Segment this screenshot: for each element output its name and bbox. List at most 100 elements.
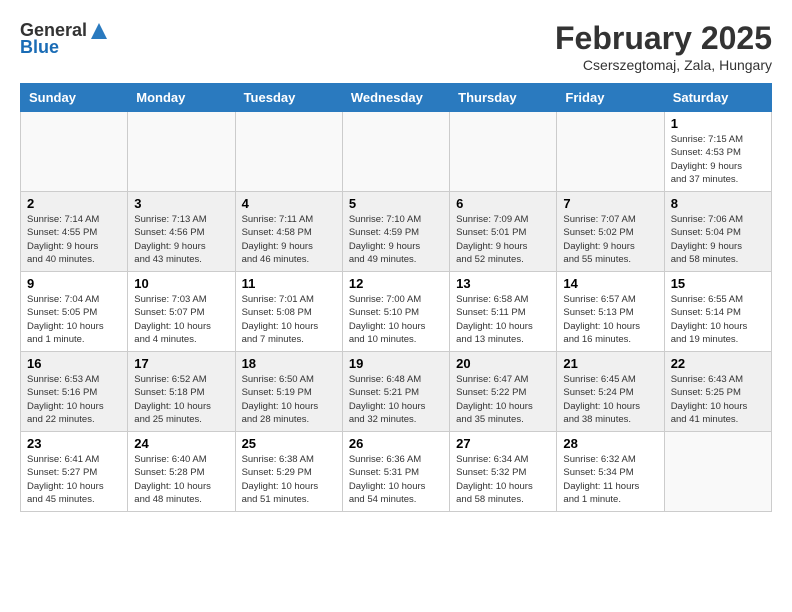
day-number: 19 [349,356,443,371]
day-info: Sunrise: 6:57 AMSunset: 5:13 PMDaylight:… [563,293,657,346]
table-row: 14 Sunrise: 6:57 AMSunset: 5:13 PMDayligh… [557,272,664,352]
table-row [342,112,449,192]
day-info: Sunrise: 7:01 AMSunset: 5:08 PMDaylight:… [242,293,336,346]
header-thursday: Thursday [450,84,557,112]
table-row: 1Sunrise: 7:15 AMSunset: 4:53 PMDaylight… [664,112,771,192]
day-info: Sunrise: 6:32 AMSunset: 5:34 PMDaylight:… [563,453,657,506]
table-row [21,112,128,192]
table-row [557,112,664,192]
title-block: February 2025 Cserszegtomaj, Zala, Hunga… [555,20,772,73]
day-info: Sunrise: 6:48 AMSunset: 5:21 PMDaylight:… [349,373,443,426]
day-number: 23 [27,436,121,451]
table-row: 13 Sunrise: 6:58 AMSunset: 5:11 PMDayligh… [450,272,557,352]
table-row: 27 Sunrise: 6:34 AMSunset: 5:32 PMDayligh… [450,432,557,512]
header: General Blue February 2025 Cserszegtomaj… [20,20,772,73]
table-row: 18 Sunrise: 6:50 AMSunset: 5:19 PMDayligh… [235,352,342,432]
day-info: Sunrise: 6:43 AMSunset: 5:25 PMDaylight:… [671,373,765,426]
day-number: 18 [242,356,336,371]
table-row: 19 Sunrise: 6:48 AMSunset: 5:21 PMDayligh… [342,352,449,432]
day-number: 15 [671,276,765,291]
table-row [664,432,771,512]
table-row: 17 Sunrise: 6:52 AMSunset: 5:18 PMDayligh… [128,352,235,432]
table-row: 28 Sunrise: 6:32 AMSunset: 5:34 PMDayligh… [557,432,664,512]
day-info: Sunrise: 6:41 AMSunset: 5:27 PMDaylight:… [27,453,121,506]
table-row: 9Sunrise: 7:04 AMSunset: 5:05 PMDaylight… [21,272,128,352]
logo: General Blue [20,20,109,58]
day-number: 11 [242,276,336,291]
table-row: 2Sunrise: 7:14 AMSunset: 4:55 PMDaylight… [21,192,128,272]
header-sunday: Sunday [21,84,128,112]
calendar-week-row: 16 Sunrise: 6:53 AMSunset: 5:16 PMDayligh… [21,352,772,432]
table-row: 7Sunrise: 7:07 AMSunset: 5:02 PMDaylight… [557,192,664,272]
day-info: Sunrise: 7:15 AMSunset: 4:53 PMDaylight:… [671,133,765,186]
month-title: February 2025 [555,20,772,57]
day-number: 20 [456,356,550,371]
table-row: 6 Sunrise: 7:09 AMSunset: 5:01 PMDaylight… [450,192,557,272]
day-number: 13 [456,276,550,291]
day-info: Sunrise: 6:40 AMSunset: 5:28 PMDaylight:… [134,453,228,506]
table-row: 15 Sunrise: 6:55 AMSunset: 5:14 PMDayligh… [664,272,771,352]
calendar-week-row: 9Sunrise: 7:04 AMSunset: 5:05 PMDaylight… [21,272,772,352]
day-number: 8 [671,196,765,211]
table-row: 25 Sunrise: 6:38 AMSunset: 5:29 PMDayligh… [235,432,342,512]
location: Cserszegtomaj, Zala, Hungary [555,57,772,73]
day-info: Sunrise: 6:50 AMSunset: 5:19 PMDaylight:… [242,373,336,426]
day-info: Sunrise: 6:45 AMSunset: 5:24 PMDaylight:… [563,373,657,426]
table-row: 20 Sunrise: 6:47 AMSunset: 5:22 PMDayligh… [450,352,557,432]
day-info: Sunrise: 7:10 AMSunset: 4:59 PMDaylight:… [349,213,443,266]
page: General Blue February 2025 Cserszegtomaj… [0,0,792,522]
table-row: 11 Sunrise: 7:01 AMSunset: 5:08 PMDayligh… [235,272,342,352]
day-info: Sunrise: 6:36 AMSunset: 5:31 PMDaylight:… [349,453,443,506]
table-row [128,112,235,192]
day-info: Sunrise: 6:34 AMSunset: 5:32 PMDaylight:… [456,453,550,506]
table-row: 4 Sunrise: 7:11 AMSunset: 4:58 PMDaylight… [235,192,342,272]
day-number: 6 [456,196,550,211]
day-info: Sunrise: 6:47 AMSunset: 5:22 PMDaylight:… [456,373,550,426]
day-number: 16 [27,356,121,371]
header-tuesday: Tuesday [235,84,342,112]
day-number: 4 [242,196,336,211]
day-number: 10 [134,276,228,291]
logo-icon [89,21,109,41]
day-number: 2 [27,196,121,211]
table-row: 5 Sunrise: 7:10 AMSunset: 4:59 PMDaylight… [342,192,449,272]
table-row: 8 Sunrise: 7:06 AMSunset: 5:04 PMDaylight… [664,192,771,272]
day-info: Sunrise: 6:58 AMSunset: 5:11 PMDaylight:… [456,293,550,346]
day-info: Sunrise: 7:06 AMSunset: 5:04 PMDaylight:… [671,213,765,266]
day-info: Sunrise: 6:53 AMSunset: 5:16 PMDaylight:… [27,373,121,426]
table-row: 26 Sunrise: 6:36 AMSunset: 5:31 PMDayligh… [342,432,449,512]
table-row: 24 Sunrise: 6:40 AMSunset: 5:28 PMDayligh… [128,432,235,512]
day-info: Sunrise: 6:38 AMSunset: 5:29 PMDaylight:… [242,453,336,506]
day-info: Sunrise: 7:11 AMSunset: 4:58 PMDaylight:… [242,213,336,266]
table-row [450,112,557,192]
day-number: 28 [563,436,657,451]
calendar-week-row: 2Sunrise: 7:14 AMSunset: 4:55 PMDaylight… [21,192,772,272]
day-info: Sunrise: 7:03 AMSunset: 5:07 PMDaylight:… [134,293,228,346]
table-row: 12Sunrise: 7:00 AMSunset: 5:10 PMDayligh… [342,272,449,352]
day-number: 17 [134,356,228,371]
table-row: 3 Sunrise: 7:13 AMSunset: 4:56 PMDaylight… [128,192,235,272]
day-number: 27 [456,436,550,451]
table-row [235,112,342,192]
day-number: 3 [134,196,228,211]
day-number: 24 [134,436,228,451]
day-info: Sunrise: 7:00 AMSunset: 5:10 PMDaylight:… [349,293,443,346]
day-number: 14 [563,276,657,291]
day-number: 22 [671,356,765,371]
day-info: Sunrise: 6:55 AMSunset: 5:14 PMDaylight:… [671,293,765,346]
logo-blue-text: Blue [20,37,59,58]
table-row: 23 Sunrise: 6:41 AMSunset: 5:27 PMDayligh… [21,432,128,512]
day-info: Sunrise: 6:52 AMSunset: 5:18 PMDaylight:… [134,373,228,426]
day-info: Sunrise: 7:13 AMSunset: 4:56 PMDaylight:… [134,213,228,266]
header-monday: Monday [128,84,235,112]
day-info: Sunrise: 7:07 AMSunset: 5:02 PMDaylight:… [563,213,657,266]
day-info: Sunrise: 7:04 AMSunset: 5:05 PMDaylight:… [27,293,121,346]
calendar-week-row: 1Sunrise: 7:15 AMSunset: 4:53 PMDaylight… [21,112,772,192]
day-number: 26 [349,436,443,451]
day-number: 25 [242,436,336,451]
table-row: 16 Sunrise: 6:53 AMSunset: 5:16 PMDayligh… [21,352,128,432]
day-info: Sunrise: 7:09 AMSunset: 5:01 PMDaylight:… [456,213,550,266]
header-wednesday: Wednesday [342,84,449,112]
header-saturday: Saturday [664,84,771,112]
day-number: 5 [349,196,443,211]
